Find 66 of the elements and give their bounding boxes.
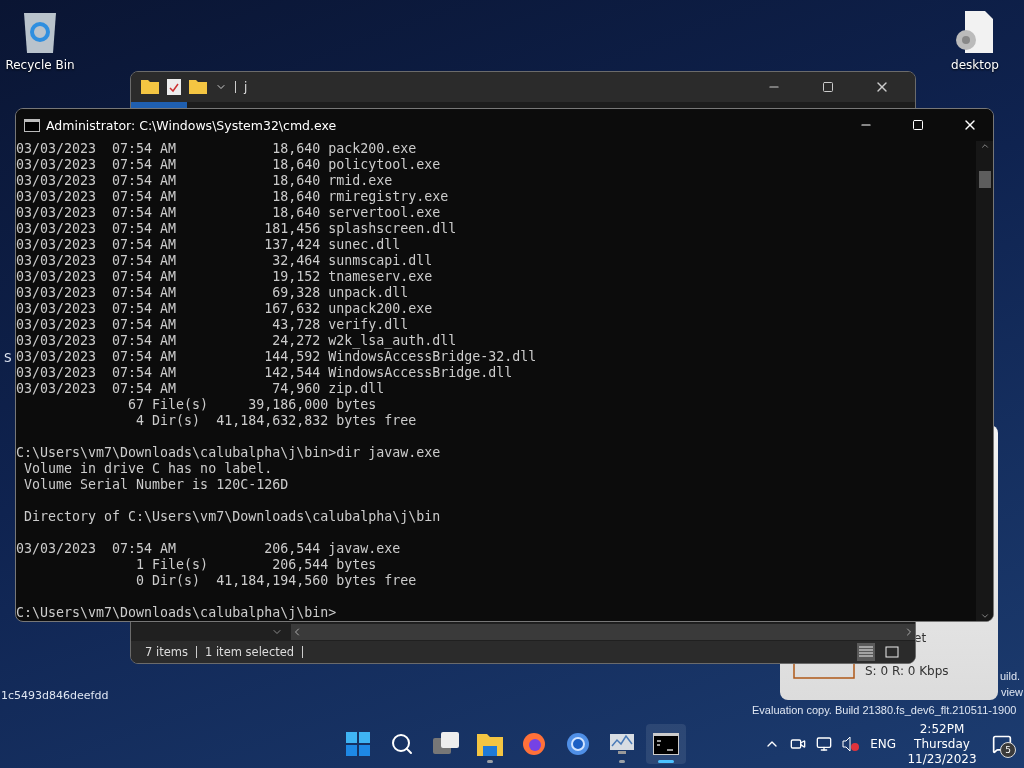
console-line: 03/03/2023 07:54 AM 18,640 pack200.exe: [16, 141, 418, 157]
new-folder-icon[interactable]: [189, 80, 207, 94]
console-line: 67 File(s) 39,186,000 bytes: [127, 397, 378, 413]
maximize-icon[interactable]: [822, 81, 834, 93]
terminal-icon[interactable]: [653, 733, 679, 755]
settings-file-icon: [955, 10, 995, 54]
console-line: Volume in drive C has no label.: [23, 461, 274, 477]
console-line: 03/03/2023 07:54 AM 32,464 sunmscapi.dll: [16, 253, 434, 269]
console-line: 0 Dir(s) 41,184,194,560 bytes free: [135, 573, 418, 589]
desktop-label-fragment: S: [4, 351, 12, 365]
window-title: Administrator: C:\Windows\System32\cmd.exe: [46, 117, 337, 133]
network-monitor-icon[interactable]: [609, 732, 635, 756]
recycle-bin-icon: [21, 10, 59, 54]
console-line: 03/03/2023 07:54 AM 137,424 sunec.dll: [16, 237, 402, 253]
console-line: 03/03/2023 07:54 AM 181,456 splashscreen.dll: [16, 221, 458, 237]
console-line: C:\Users\vm7\Downloads\calubalpha\j\bin>: [16, 605, 338, 621]
console-line: 03/03/2023 07:54 AM 18,640 policytool.exe: [16, 157, 442, 173]
console-line: 03/03/2023 07:54 AM 167,632 unpack200.exe: [16, 301, 434, 317]
bandwidth-reading: S: 0 R: 0 Kbps: [865, 664, 949, 678]
console-line: Directory of C:\Users\vm7\Downloads\calubalpha\j\bin: [23, 509, 442, 525]
console-line: 03/03/2023 07:54 AM 206,544 javaw.exe: [16, 541, 402, 557]
watermark-text: view: [1001, 686, 1023, 698]
scroll-up-icon[interactable]: [979, 141, 990, 151]
scrollbar-thumb[interactable]: [978, 171, 991, 188]
console-line: 03/03/2023 07:54 AM 24,272 w2k_lsa_auth.dll: [16, 333, 458, 349]
notification-button[interactable]: 5: [988, 730, 1016, 758]
console-line: 03/03/2023 07:54 AM 18,640 servertool.exe: [16, 205, 442, 221]
watermark-text: Evaluation copy. Build 21380.fs_dev6_flt.210511-1900: [752, 704, 1017, 716]
window-title: j: [244, 80, 248, 94]
console-icon: [24, 118, 40, 132]
firefox-icon[interactable]: [522, 732, 546, 756]
console-line: 4 Dir(s) 41,184,632,832 bytes free: [135, 413, 418, 429]
windows-start-icon[interactable]: [346, 732, 370, 756]
console-line: Volume Serial Number is 120C-126D: [23, 477, 290, 493]
folder-icon[interactable]: [477, 732, 503, 756]
console-line: 03/03/2023 07:54 AM 142,544 WindowsAccessBridge.dll: [16, 365, 514, 381]
console-line: C:\Users\vm7\Downloads\calubalpha\j\bin>dir javaw.exe: [16, 445, 442, 461]
large-icons-view-button[interactable]: [883, 643, 901, 661]
console-line: 03/03/2023 07:54 AM 74,960 zip.dll: [16, 381, 386, 397]
selection-count: 1 item selected: [204, 645, 295, 659]
console-line: 03/03/2023 07:54 AM 144,592 WindowsAccessBridge-32.dll: [16, 349, 538, 365]
scroll-down-icon[interactable]: [979, 611, 990, 621]
watermark-text: uild.: [1000, 670, 1021, 682]
properties-icon[interactable]: [167, 79, 181, 95]
details-view-button[interactable]: [857, 643, 875, 661]
search-icon[interactable]: [390, 732, 414, 756]
desktop-icon-label[interactable]: Recycle Bin: [5, 58, 75, 72]
build-hash-text: 1c5493d846deefdd: [1, 689, 109, 702]
input-language[interactable]: ENG: [870, 737, 896, 751]
console-line: 1 File(s) 206,544 bytes: [135, 557, 378, 573]
clock[interactable]: 2:52PM Thursday 11/23/2023: [906, 721, 978, 767]
taskbar-app-button[interactable]: [646, 724, 686, 764]
browser-icon[interactable]: [566, 732, 590, 756]
task-view-icon[interactable]: [433, 732, 459, 756]
desktop-icon-label[interactable]: desktop: [951, 58, 999, 72]
volume-muted-icon[interactable]: [842, 736, 861, 752]
camera-icon[interactable]: [790, 736, 807, 752]
console-line: 03/03/2023 07:54 AM 18,640 rmiregistry.exe: [16, 189, 450, 205]
folder-icon[interactable]: [141, 80, 159, 94]
console-line: 03/03/2023 07:54 AM 43,728 verify.dll: [16, 317, 410, 333]
console-line: 03/03/2023 07:54 AM 19,152 tnameserv.exe: [16, 269, 434, 285]
item-count: 7 items: [145, 645, 188, 659]
console-line: 03/03/2023 07:54 AM 18,640 rmid.exe: [16, 173, 394, 189]
network-icon[interactable]: [816, 736, 833, 752]
console-line: 03/03/2023 07:54 AM 69,328 unpack.dll: [16, 285, 410, 301]
vertical-scrollbar[interactable]: [976, 141, 993, 621]
